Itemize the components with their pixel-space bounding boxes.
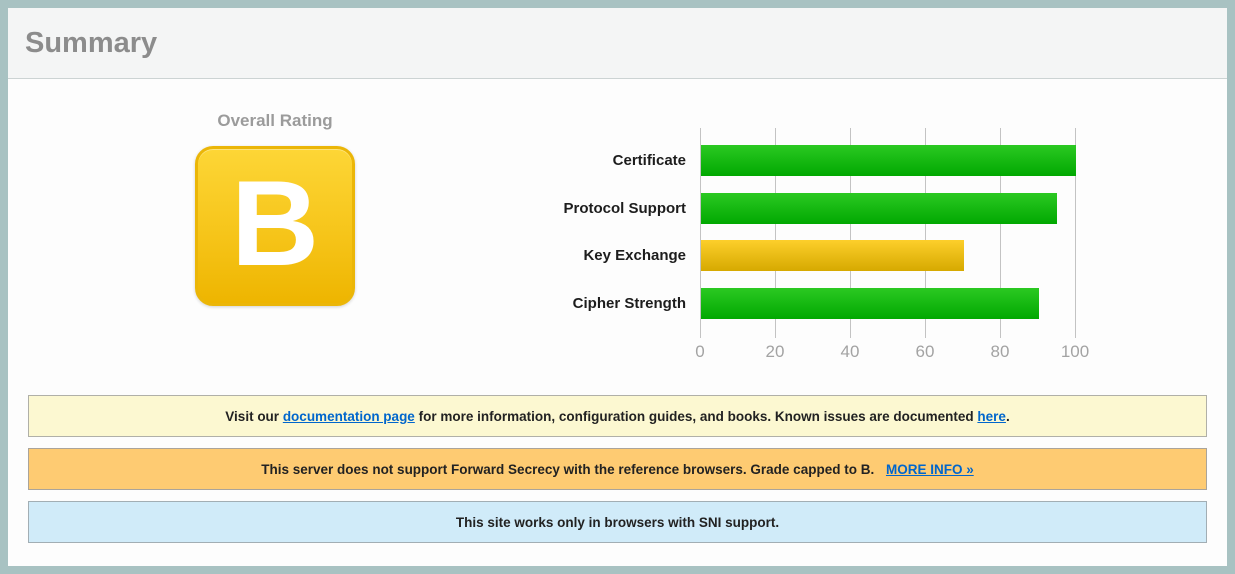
grade-badge: B bbox=[195, 146, 355, 306]
more-info-link[interactable]: MORE INFO » bbox=[886, 462, 974, 477]
x-tick-label-20: 20 bbox=[765, 342, 785, 361]
bar-protocol-support bbox=[701, 192, 1058, 224]
x-tick-label-80: 80 bbox=[990, 342, 1010, 361]
category-label-protocol-support: Protocol Support bbox=[563, 199, 687, 217]
x-tick-label-60: 60 bbox=[915, 342, 935, 361]
overall-rating-label: Overall Rating bbox=[217, 111, 333, 130]
grade-letter: B bbox=[230, 155, 320, 291]
bar-key-exchange bbox=[701, 240, 964, 271]
score-bar-chart: 0 20 40 60 80 100 Certificate Protocol Support K… bbox=[564, 128, 1089, 361]
notice-sni: This site works only in browsers with SN… bbox=[28, 501, 1207, 543]
notice-text: This server does not support Forward Sec… bbox=[261, 461, 878, 477]
notice-text: . bbox=[1005, 408, 1010, 424]
documentation-page-link[interactable]: documentation page bbox=[283, 409, 415, 424]
notice-forward-secrecy: This server does not support Forward Sec… bbox=[28, 448, 1207, 490]
x-tick-label-100: 100 bbox=[1060, 342, 1090, 361]
x-tick-label-0: 0 bbox=[695, 342, 705, 361]
notice-text: This site works only in browsers with SN… bbox=[455, 514, 780, 530]
category-label-cipher-strength: Cipher Strength bbox=[572, 294, 686, 312]
notice-documentation: Visit our documentation page for more in… bbox=[28, 395, 1207, 437]
ssl-summary-page: Summary Overall Rating B 0 20 40 60 80 100 Cer… bbox=[0, 0, 1235, 574]
x-tick-label-40: 40 bbox=[840, 342, 860, 361]
known-issues-here-link[interactable]: here bbox=[977, 409, 1006, 424]
notice-text: for more information, configuration guid… bbox=[414, 408, 978, 424]
page-title: Summary bbox=[25, 26, 158, 59]
summary-header: Summary bbox=[8, 8, 1227, 79]
notice-text: Visit our bbox=[225, 408, 283, 424]
category-label-key-exchange: Key Exchange bbox=[583, 247, 686, 264]
bar-certificate bbox=[701, 145, 1076, 176]
category-label-certificate: Certificate bbox=[612, 152, 686, 169]
bar-cipher-strength bbox=[701, 287, 1039, 319]
